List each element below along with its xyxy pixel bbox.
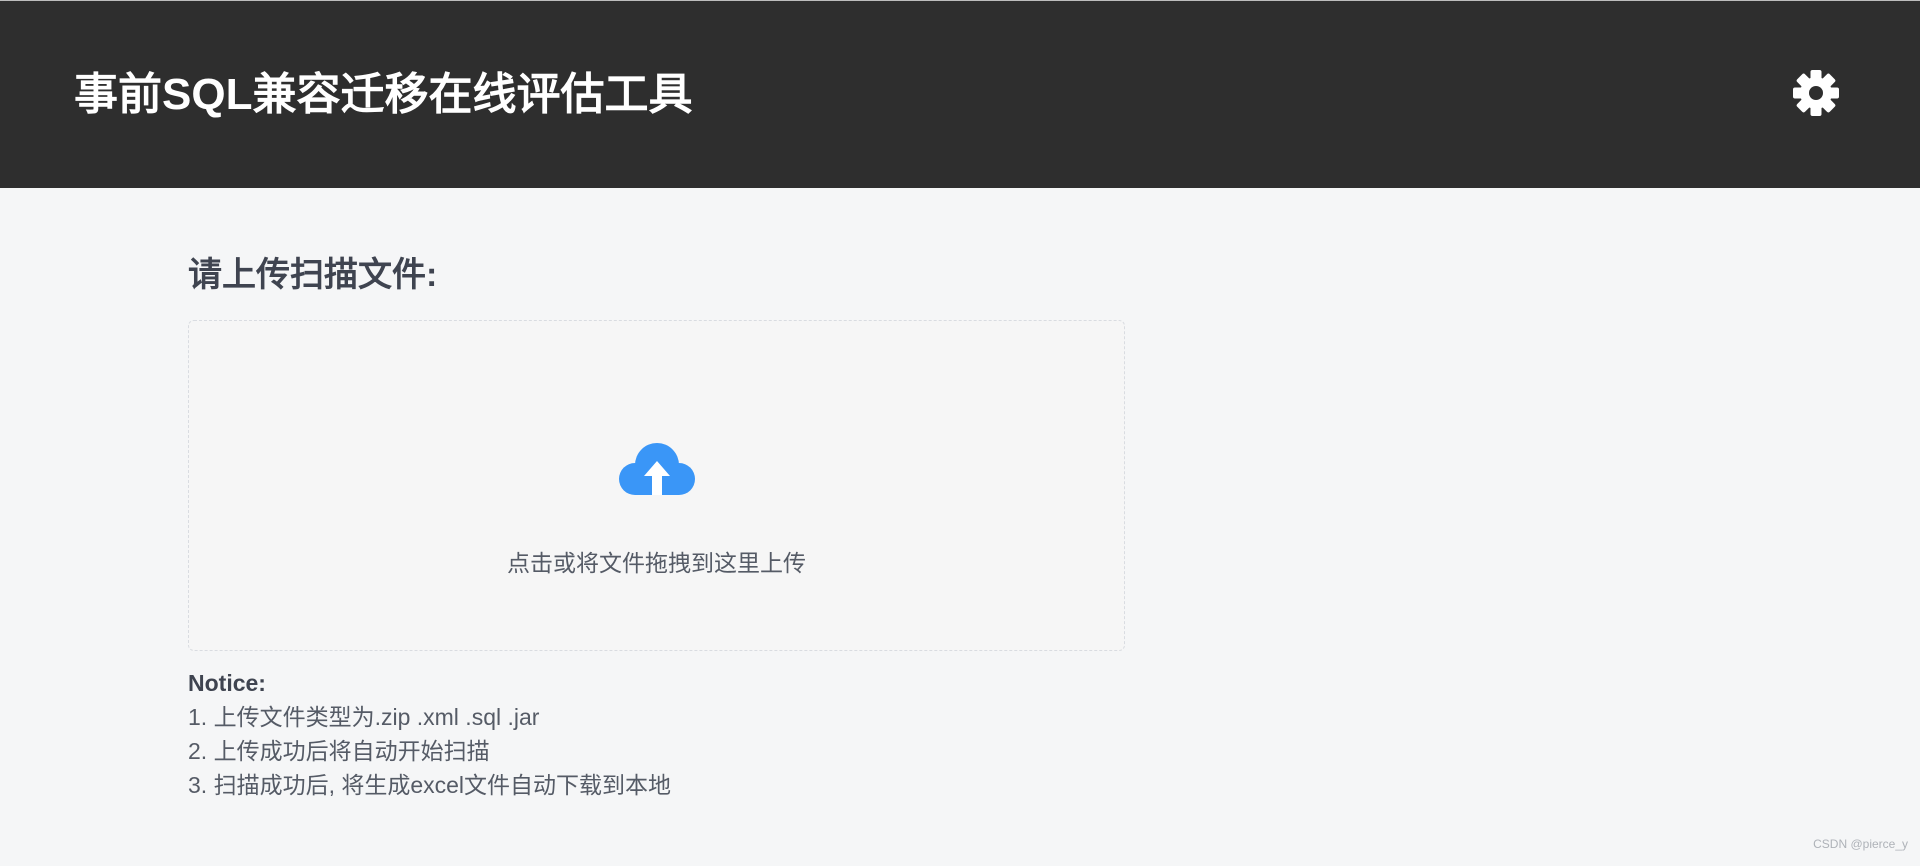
section-title: 请上传扫描文件:: [188, 256, 438, 294]
notice-item: 3. 扫描成功后, 将生成excel文件自动下载到本地: [188, 772, 672, 798]
settings-button[interactable]: [1790, 67, 1842, 119]
watermark: CSDN @pierce_y: [1813, 837, 1908, 851]
notice-item: 1. 上传文件类型为.zip .xml .sql .jar: [188, 704, 540, 730]
notice-item: 2. 上传成功后将自动开始扫描: [188, 738, 490, 764]
app-title: 事前SQL兼容迁移在线评估工具: [74, 70, 693, 119]
upload-dropzone[interactable]: 点击或将文件拖拽到这里上传: [188, 320, 1125, 651]
notice-block: Notice: 1. 上传文件类型为.zip .xml .sql .jar 2.…: [188, 666, 671, 802]
gear-icon: [1793, 70, 1839, 116]
app-header: 事前SQL兼容迁移在线评估工具: [0, 0, 1920, 188]
cloud-upload-icon: [619, 443, 695, 495]
notice-title: Notice:: [188, 670, 266, 696]
upload-hint-text: 点击或将文件拖拽到这里上传: [507, 550, 806, 576]
main-content: 请上传扫描文件: 点击或将文件拖拽到这里上传 Notice: 1. 上传文件类型…: [188, 250, 1128, 798]
